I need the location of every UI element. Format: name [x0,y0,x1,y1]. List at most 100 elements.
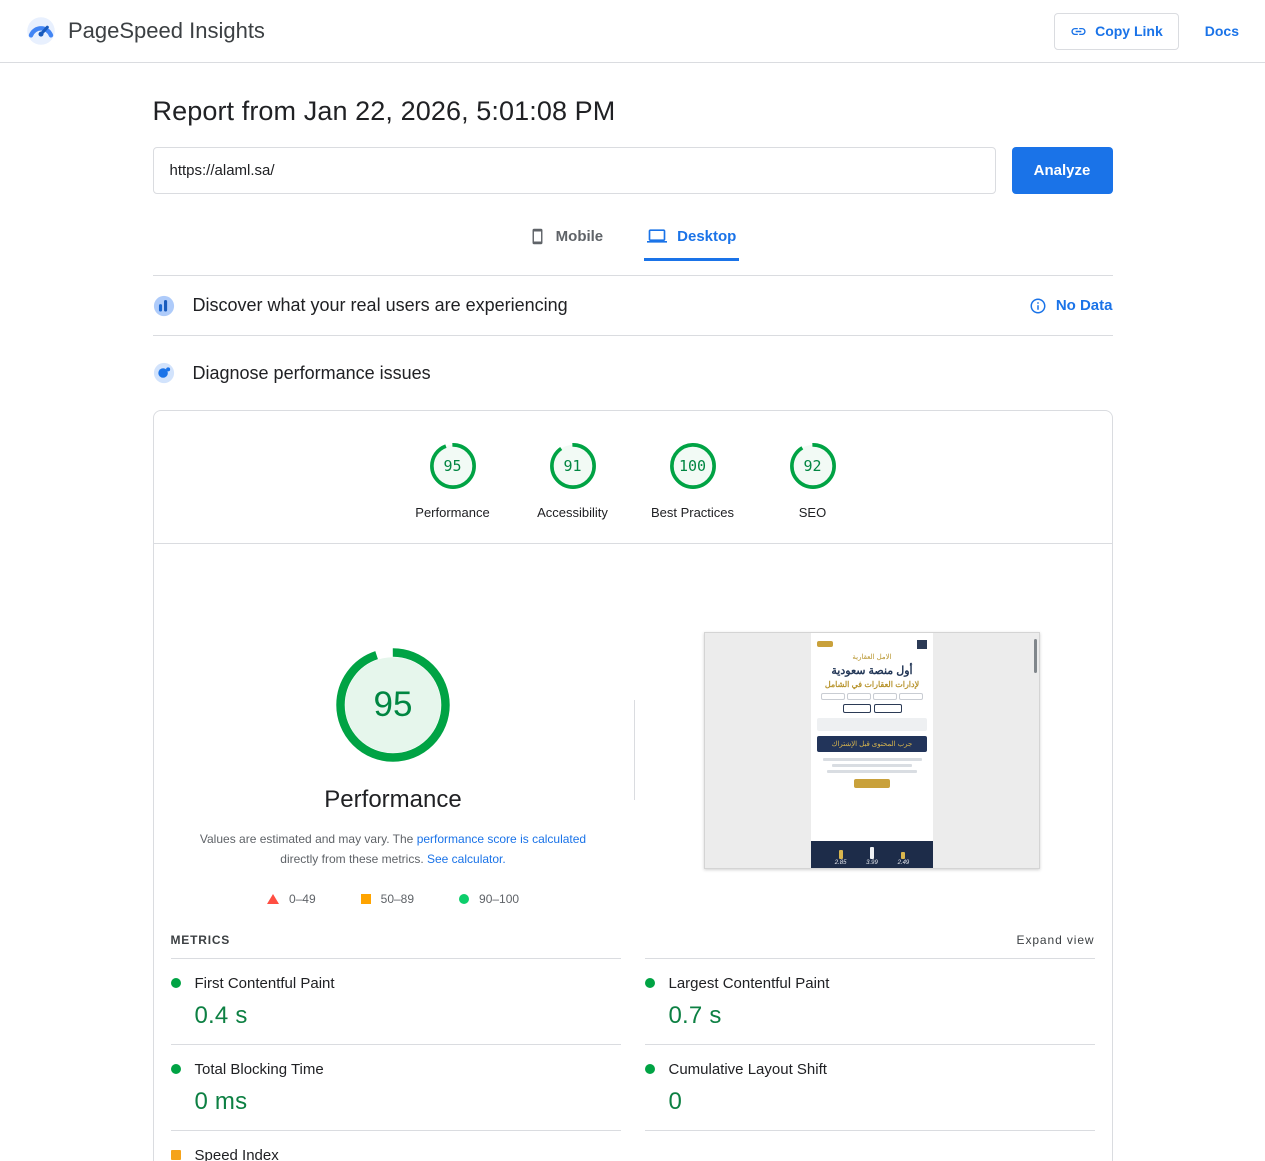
metric-value: 0 [669,1088,1095,1116]
thumbnail-header [817,638,927,650]
tab-mobile[interactable]: Mobile [526,220,607,261]
score-legend: 0–49 50–89 90–100 [267,892,519,906]
metric-name: Speed Index [195,1147,279,1161]
metric-name: First Contentful Paint [195,975,335,992]
screenshot-panel: الامل العقارية أول منصة سعودية لإدارات ا… [633,544,1112,906]
thumbnail-text-lines [817,758,927,773]
metric-speed-index: Speed Index 2.3 s [171,1131,621,1161]
thumbnail-brand-text: الامل العقارية [852,653,891,661]
thumbnail-banner-text: جرب المحتوى قبل الإشتراك [817,736,927,752]
score-disclaimer: Values are estimated and may vary. The p… [191,829,595,870]
metric-name: Largest Contentful Paint [669,975,830,992]
metrics-header: METRICS Expand view [154,906,1112,958]
performance-gauge-panel: 95 Performance Values are estimated and … [154,544,633,906]
metric-status-dot [171,1064,181,1074]
legend-range: 90–100 [479,892,519,906]
category-label: Accessibility [537,505,608,520]
metrics-left-column: First Contentful Paint 0.4 s Total Block… [171,958,621,1161]
fail-triangle-icon [267,894,279,904]
metric-status-dot [645,978,655,988]
metric-total-blocking-time: Total Blocking Time 0 ms [171,1045,621,1131]
category-score: 92 [787,440,839,492]
app-title: PageSpeed Insights [68,18,265,44]
copy-link-label: Copy Link [1095,23,1163,39]
thumbnail-stats-band: 2.85 3.99 2.49 [811,841,933,868]
legend-range: 50–89 [381,892,414,906]
field-data-section: Discover what your real users are experi… [153,275,1113,336]
category-gauges-row: 95 Performance 91 Accessibility [154,411,1112,544]
category-gauge-accessibility[interactable]: 91 Accessibility [513,440,633,520]
metric-cumulative-layout-shift: Cumulative Layout Shift 0 [645,1045,1095,1131]
thumbnail-cta-chip [817,641,833,647]
thumbnail-stat: 3.99 [866,847,878,866]
disclaimer-text: Values are estimated and may vary. The [200,832,413,846]
main-content: Report from Jan 22, 2026, 5:01:08 PM Ana… [153,96,1113,1161]
see-calculator-link[interactable]: See calculator. [427,852,506,866]
analyze-button[interactable]: Analyze [1012,147,1113,194]
category-gauge-performance[interactable]: 95 Performance [393,440,513,520]
metric-status-dot [171,1150,181,1160]
thumbnail-placeholder-block [817,718,927,731]
metrics-grid: First Contentful Paint 0.4 s Total Block… [154,958,1112,1161]
page-title: Report from Jan 22, 2026, 5:01:08 PM [153,96,1113,127]
thumbnail-subheadline: لإدارات العقارات في الشامل [825,680,919,689]
pass-circle-icon [459,894,469,904]
performance-gauge-label: Performance [324,786,461,814]
category-score: 91 [547,440,599,492]
average-square-icon [361,894,371,904]
copy-link-button[interactable]: Copy Link [1054,13,1179,50]
url-input[interactable] [153,147,996,194]
metric-value: 0.7 s [669,1002,1095,1030]
metric-value: 0.4 s [195,1002,621,1030]
metrics-title: METRICS [171,933,231,947]
lab-data-icon [153,362,175,384]
disclaimer-text: directly from these metrics. [280,852,423,866]
category-label: Performance [415,505,489,520]
thumbnail-stat: 2.49 [898,852,910,866]
category-gauge-seo[interactable]: 92 SEO [753,440,873,520]
category-label: SEO [799,505,826,520]
metric-value: 0 ms [195,1088,621,1116]
docs-link[interactable]: Docs [1205,23,1239,39]
thumbnail-stat: 2.85 [835,850,847,866]
metric-status-dot [645,1064,655,1074]
tab-desktop-label: Desktop [677,228,736,245]
score-calculation-link[interactable]: performance score is calculated [417,832,586,846]
legend-pass: 90–100 [459,892,519,906]
legend-fail: 0–49 [267,892,316,906]
column-divider [634,700,635,800]
metric-name: Cumulative Layout Shift [669,1061,827,1078]
field-section-title: Discover what your real users are experi… [193,295,568,316]
performance-overview: 95 Performance Values are estimated and … [154,544,1112,906]
topbar-actions: Copy Link Docs [1054,13,1239,50]
tab-desktop[interactable]: Desktop [644,220,739,261]
category-label: Best Practices [651,505,734,520]
thumbnail-gold-button [854,779,890,788]
category-score: 95 [427,440,479,492]
lab-section-title: Diagnose performance issues [193,363,431,384]
device-tabs: Mobile Desktop [153,220,1113,261]
thumbnail-site-logo [917,640,927,649]
url-form: Analyze [153,147,1113,194]
phone-icon [529,228,546,245]
category-gauge-best-practices[interactable]: 100 Best Practices [633,440,753,520]
legend-average: 50–89 [361,892,414,906]
thumbnail-buttons [843,704,902,713]
info-icon [1029,297,1047,315]
thumbnail-page-content: الامل العقارية أول منصة سعودية لإدارات ا… [811,633,933,868]
page-screenshot-thumbnail[interactable]: الامل العقارية أول منصة سعودية لإدارات ا… [704,632,1040,869]
metric-largest-contentful-paint: Largest Contentful Paint 0.7 s [645,959,1095,1045]
field-data-icon [153,295,175,317]
expand-view-button[interactable]: Expand view [1017,933,1095,947]
link-icon [1070,23,1087,40]
laptop-icon [647,226,667,246]
metrics-right-column: Largest Contentful Paint 0.7 s Cumulativ… [645,958,1095,1161]
no-data-label: No Data [1056,297,1113,314]
top-app-bar: PageSpeed Insights Copy Link Docs [0,0,1265,63]
metric-status-dot [171,978,181,988]
legend-range: 0–49 [289,892,316,906]
no-data-status[interactable]: No Data [1029,297,1113,315]
thumbnail-headline: أول منصة سعودية [831,664,912,677]
metric-first-contentful-paint: First Contentful Paint 0.4 s [171,959,621,1045]
thumbnail-feature-chips [821,693,923,700]
